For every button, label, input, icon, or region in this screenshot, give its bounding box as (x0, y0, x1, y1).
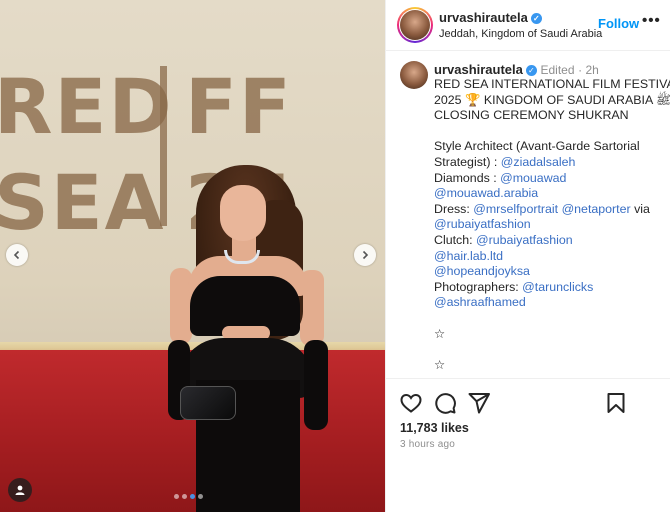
mention-link[interactable]: @hopeandjoyksa (434, 264, 530, 278)
backdrop-text-sea: SEA (0, 158, 166, 247)
clutch-label: Clutch: (434, 232, 477, 247)
caption-star: ☆ (434, 357, 446, 372)
edited-label: Edited (540, 63, 575, 77)
post-header: urvashirautela ✓ Jeddah, Kingdom of Saudi… (386, 0, 670, 51)
header-username[interactable]: urvashirautela (439, 10, 528, 25)
person-face (220, 185, 266, 241)
mention-link[interactable]: @hair.lab.ltd (434, 249, 503, 263)
mention-link[interactable]: @rubaiyatfashion (434, 217, 531, 231)
photographers-label: Photographers: (434, 279, 523, 294)
caption-username[interactable]: urvashirautela (434, 62, 523, 77)
carousel-dot (190, 494, 195, 499)
header-avatar[interactable] (397, 7, 433, 43)
comment-icon (435, 393, 456, 414)
mention-link[interactable]: @ashraafhamed (434, 295, 526, 309)
comment-button[interactable] (433, 391, 457, 415)
carousel-dot (198, 494, 203, 499)
chevron-left-icon (13, 250, 20, 260)
chevron-right-icon (362, 250, 369, 260)
bookmark-icon (607, 393, 625, 413)
verified-icon: ✓ (525, 65, 537, 76)
post-timestamp[interactable]: 3 hours ago (400, 439, 455, 450)
previous-slide-button[interactable] (6, 244, 28, 266)
mention-link[interactable]: @rubaiyatfashion (476, 233, 573, 247)
caption-text: RED SEA INTERNATIONAL FILM FESTIVAL 2025… (434, 77, 670, 373)
carousel-dot (182, 494, 187, 499)
backdrop-divider (160, 66, 167, 226)
like-button[interactable] (399, 391, 423, 415)
dress-label: Dress: (434, 201, 474, 216)
mention-link[interactable]: @mouawad.arabia (434, 186, 538, 200)
mention-link[interactable]: @mouawad (500, 171, 566, 185)
header-username-row[interactable]: urvashirautela ✓ (439, 10, 542, 25)
save-button[interactable] (604, 391, 628, 415)
like-count[interactable]: 11,783 likes (400, 421, 469, 435)
dress-via: via (630, 201, 650, 216)
carousel-indicator (174, 494, 203, 499)
mention-link[interactable]: @tarunclicks (522, 280, 593, 294)
share-button[interactable] (467, 391, 491, 415)
backdrop-text-ff: FF (185, 62, 293, 151)
next-slide-button[interactable] (354, 244, 376, 266)
header-location[interactable]: Jeddah, Kingdom of Saudi Arabia (439, 28, 602, 40)
mention-link[interactable]: @netaporter (562, 202, 631, 216)
follow-button[interactable]: Follow (598, 16, 639, 31)
share-icon (468, 393, 490, 414)
caption-header: urvashirautela ✓ Edited · 2h (434, 62, 599, 77)
diamonds-label: Diamonds : (434, 170, 501, 185)
caption-avatar[interactable] (400, 61, 428, 89)
glove-right (304, 340, 328, 430)
caption-star: ☆ (434, 326, 446, 341)
caption-line: CLOSING CEREMONY SHUKRAN (434, 108, 629, 123)
caption-line: RED SEA INTERNATIONAL FILM FESTIVAL (434, 77, 670, 91)
backdrop-text-red: RED (0, 62, 174, 151)
heart-icon (400, 393, 422, 413)
caption-time[interactable]: 2h (586, 63, 599, 77)
clutch-bag (180, 386, 236, 420)
more-options-button[interactable]: ••• (642, 12, 661, 29)
mention-link[interactable]: @mrselfportrait (473, 202, 558, 216)
user-tag-icon (15, 485, 25, 495)
style-architect-label-2: Strategist) : (434, 154, 501, 169)
caption-line: 2025 🏆 KINGDOM OF SAUDI ARABIA ﷺ (434, 92, 670, 107)
tagged-users-button[interactable] (8, 478, 32, 502)
style-architect-label: Style Architect (Avant-Garde Sartorial (434, 139, 640, 154)
post-actions: 11,783 likes 3 hours ago (386, 378, 670, 512)
carousel-dot (174, 494, 179, 499)
mention-link[interactable]: @ziadalsaleh (501, 155, 576, 169)
caption-area: urvashirautela ✓ Edited · 2h RED SEA INTE… (386, 52, 670, 378)
post-side-panel: urvashirautela ✓ Jeddah, Kingdom of Saudi… (385, 0, 670, 512)
verified-icon: ✓ (530, 13, 542, 24)
post-media[interactable]: RED SEA FF 25 (0, 0, 385, 512)
